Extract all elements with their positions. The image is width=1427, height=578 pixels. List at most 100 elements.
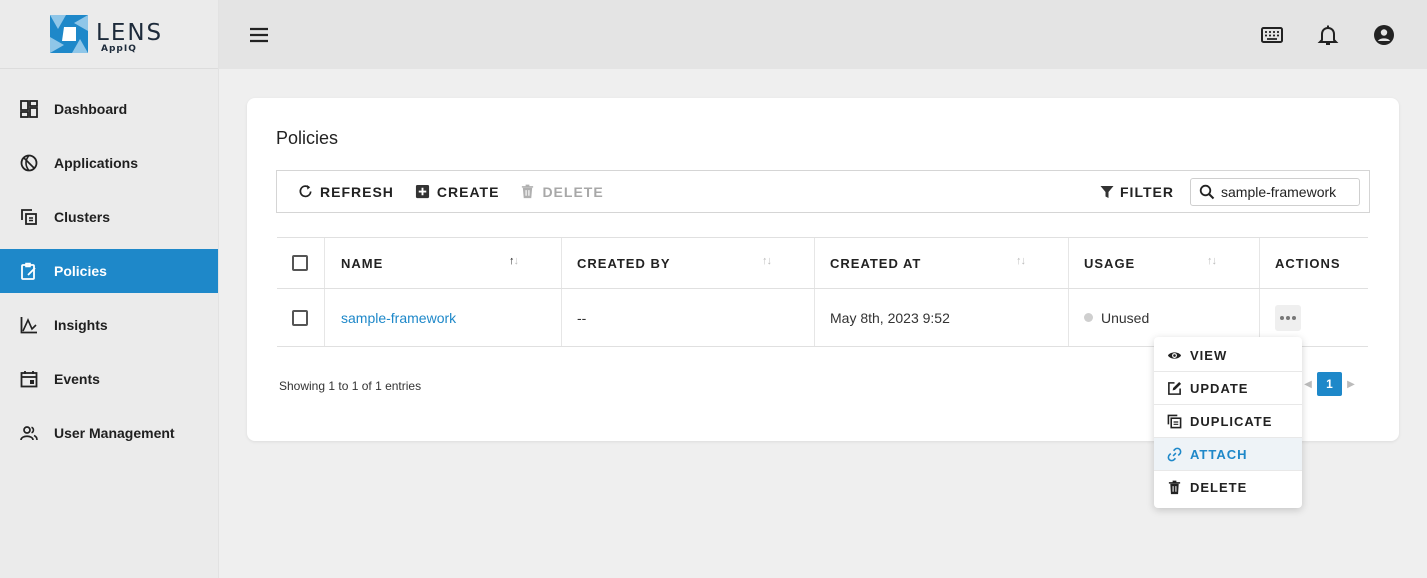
sidebar-item-label: Dashboard bbox=[54, 101, 128, 117]
column-divider bbox=[1068, 289, 1069, 346]
page-title: Policies bbox=[276, 128, 339, 148]
menu-item-view[interactable]: VIEW bbox=[1154, 339, 1302, 372]
bell-icon[interactable] bbox=[1316, 23, 1340, 47]
sidebar-item-applications[interactable]: Applications bbox=[0, 141, 218, 185]
menu-item-update[interactable]: UPDATE bbox=[1154, 372, 1302, 405]
copy-icon bbox=[1167, 414, 1182, 428]
sort-icon[interactable]: ↑↓ bbox=[1016, 255, 1026, 267]
entries-info: Showing 1 to 1 of 1 entries bbox=[279, 379, 422, 393]
search-input[interactable] bbox=[1221, 184, 1356, 200]
add-box-icon bbox=[415, 184, 429, 199]
more-actions-button[interactable] bbox=[1275, 304, 1301, 331]
sidebar-item-dashboard[interactable]: Dashboard bbox=[0, 87, 218, 131]
pagination: ◀ 1 ▶ bbox=[1299, 372, 1360, 396]
column-header-created-by[interactable]: CREATED BY bbox=[577, 238, 671, 288]
more-dots-icon bbox=[1292, 315, 1296, 320]
row-checkbox[interactable] bbox=[292, 309, 308, 326]
sidebar-item-events[interactable]: Events bbox=[0, 357, 218, 401]
created-at-cell: May 8th, 2023 9:52 bbox=[830, 289, 950, 346]
select-all-checkbox[interactable] bbox=[292, 255, 308, 271]
policy-name-link[interactable]: sample-framework bbox=[341, 310, 456, 326]
more-dots-icon bbox=[1286, 315, 1290, 320]
column-header-name[interactable]: NAME bbox=[341, 238, 383, 288]
menu-item-duplicate[interactable]: DUPLICATE bbox=[1154, 405, 1302, 438]
filter-button[interactable]: FILTER bbox=[1100, 171, 1174, 212]
column-label: CREATED BY bbox=[577, 255, 671, 271]
page-number-button[interactable]: 1 bbox=[1317, 372, 1342, 396]
next-page-button[interactable]: ▶ bbox=[1342, 372, 1360, 396]
dashboard-icon bbox=[20, 100, 38, 118]
column-divider bbox=[324, 238, 325, 288]
keyboard-icon[interactable] bbox=[1260, 23, 1284, 47]
created-by-value: -- bbox=[577, 309, 587, 326]
menu-item-attach[interactable]: ATTACH bbox=[1154, 438, 1302, 471]
sidebar-item-label: Applications bbox=[54, 155, 139, 171]
usage-value: Unused bbox=[1101, 309, 1150, 326]
column-divider bbox=[561, 289, 562, 346]
sidebar-item-label: Clusters bbox=[54, 209, 111, 225]
clusters-icon bbox=[20, 208, 38, 226]
filter-label: FILTER bbox=[1120, 183, 1174, 200]
sidebar-nav: Dashboard Applications Clusters Policies… bbox=[0, 87, 218, 455]
column-divider bbox=[324, 289, 325, 346]
menu-item-label: UPDATE bbox=[1190, 380, 1249, 396]
sidebar-item-user-management[interactable]: User Management bbox=[0, 411, 218, 455]
column-divider bbox=[814, 289, 815, 346]
brand-sub: AppIQ bbox=[101, 44, 137, 54]
insights-icon bbox=[20, 316, 38, 334]
delete-button[interactable]: DELETE bbox=[520, 184, 603, 200]
policies-table: NAME ↑↓ CREATED BY ↑↓ CREATED AT ↑↓ USAG… bbox=[277, 237, 1368, 347]
actions-menu: VIEW UPDATE DUPLICATE ATTACH DELETE bbox=[1154, 337, 1302, 508]
trash-icon bbox=[1168, 480, 1181, 495]
refresh-label: REFRESH bbox=[320, 183, 394, 200]
column-header-created-at[interactable]: CREATED AT bbox=[830, 238, 921, 288]
usage-cell: Unused bbox=[1084, 289, 1149, 346]
menu-item-label: VIEW bbox=[1190, 347, 1228, 363]
menu-item-delete[interactable]: DELETE bbox=[1154, 471, 1302, 504]
sidebar-item-policies[interactable]: Policies bbox=[0, 249, 218, 293]
applications-icon bbox=[20, 154, 38, 172]
column-header-actions: ACTIONS bbox=[1275, 238, 1341, 288]
toolbar: REFRESH CREATE DELETE FILTER bbox=[276, 170, 1370, 213]
menu-icon[interactable] bbox=[248, 24, 270, 46]
account-icon[interactable] bbox=[1372, 23, 1396, 47]
created-at-value: May 8th, 2023 9:52 bbox=[830, 309, 950, 326]
sidebar-item-label: Insights bbox=[54, 317, 108, 333]
refresh-icon bbox=[299, 184, 312, 198]
column-label: USAGE bbox=[1084, 255, 1136, 271]
sort-icon[interactable]: ↑↓ bbox=[1207, 255, 1217, 267]
sort-icon[interactable]: ↑↓ bbox=[762, 255, 772, 267]
refresh-button[interactable]: REFRESH bbox=[298, 184, 394, 200]
menu-item-label: ATTACH bbox=[1190, 446, 1248, 462]
logo-area: LENS AppIQ bbox=[0, 0, 218, 69]
column-label: ACTIONS bbox=[1275, 255, 1341, 271]
topbar bbox=[219, 0, 1427, 69]
policies-icon bbox=[20, 262, 38, 280]
column-label: CREATED AT bbox=[830, 255, 922, 271]
sidebar: LENS AppIQ Dashboard Applications Cluste… bbox=[0, 0, 219, 578]
column-divider bbox=[1068, 238, 1069, 288]
sort-icon[interactable]: ↑↓ bbox=[509, 255, 519, 267]
column-divider bbox=[1259, 238, 1260, 288]
delete-label: DELETE bbox=[542, 183, 604, 200]
sidebar-item-clusters[interactable]: Clusters bbox=[0, 195, 218, 239]
sidebar-item-insights[interactable]: Insights bbox=[0, 303, 218, 347]
menu-item-label: DUPLICATE bbox=[1190, 413, 1273, 429]
created-by-cell: -- bbox=[577, 289, 586, 346]
users-icon bbox=[20, 424, 38, 442]
menu-item-label: DELETE bbox=[1190, 480, 1248, 495]
search-icon bbox=[1199, 184, 1215, 200]
lens-logo-icon bbox=[50, 15, 88, 53]
create-button[interactable]: CREATE bbox=[415, 184, 500, 200]
column-header-usage[interactable]: USAGE bbox=[1084, 238, 1135, 288]
usage-status-dot bbox=[1084, 313, 1093, 322]
brand-name: LENS bbox=[96, 20, 164, 46]
sidebar-item-label: Events bbox=[54, 371, 100, 387]
column-label: NAME bbox=[341, 255, 384, 271]
sidebar-item-label: Policies bbox=[54, 263, 107, 279]
sidebar-item-label: User Management bbox=[54, 425, 175, 441]
select-all-cell bbox=[292, 238, 308, 288]
eye-icon bbox=[1167, 351, 1182, 359]
column-divider bbox=[814, 238, 815, 288]
more-dots-icon bbox=[1280, 315, 1284, 320]
